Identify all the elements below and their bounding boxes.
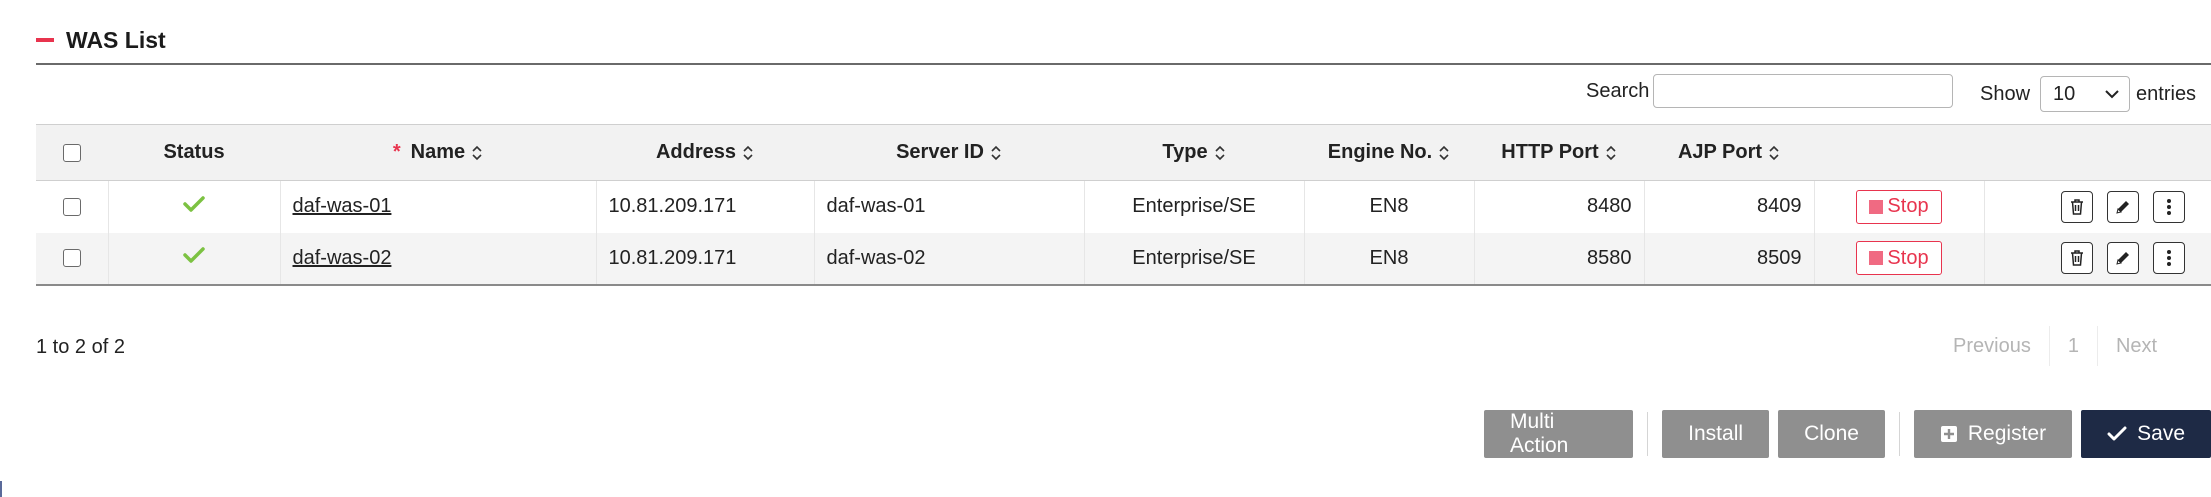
header-status: Status xyxy=(108,124,280,181)
pencil-icon xyxy=(2116,252,2129,265)
more-button[interactable] xyxy=(2153,190,2185,223)
pencil-icon xyxy=(2116,200,2129,214)
register-button[interactable]: Register xyxy=(1913,410,2073,458)
server-name-link[interactable]: daf-was-02 xyxy=(293,247,392,269)
section-title: WAS List xyxy=(66,26,166,53)
header-control xyxy=(1814,124,1984,181)
delete-button[interactable] xyxy=(2061,242,2093,274)
ajp-port-cell: 8409 xyxy=(1644,180,1815,233)
row-checkbox[interactable] xyxy=(62,197,81,216)
trash-icon xyxy=(2071,250,2083,266)
plus-square-icon xyxy=(1940,426,1957,442)
delete-button[interactable] xyxy=(2061,190,2093,223)
trash-icon xyxy=(2071,199,2083,215)
header-actions xyxy=(1984,124,2211,181)
pagination: Previous 1 Next xyxy=(1935,326,2175,366)
control-cell: Stop xyxy=(1814,232,1985,286)
header-server-id[interactable]: Server ID xyxy=(814,124,1084,181)
type-cell: Enterprise/SE xyxy=(1084,232,1305,286)
collapse-dash-icon[interactable] xyxy=(36,38,54,42)
header-engine-no[interactable]: Engine No. xyxy=(1304,124,1474,181)
check-icon xyxy=(183,196,205,212)
table-info: 1 to 2 of 2 xyxy=(36,336,125,358)
was-table: Status * Name Address Server ID Type Engi… xyxy=(36,124,2211,286)
sort-icon xyxy=(1439,145,1449,160)
edit-button[interactable] xyxy=(2107,190,2139,223)
header-http-port[interactable]: HTTP Port xyxy=(1474,124,1644,181)
entries-label: entries xyxy=(2136,82,2197,105)
http-port-cell: 8480 xyxy=(1474,180,1645,233)
status-cell xyxy=(108,180,281,233)
header-type[interactable]: Type xyxy=(1084,124,1304,181)
sort-icon xyxy=(1215,145,1225,160)
sort-icon xyxy=(991,145,1001,160)
address-cell: 10.81.209.171 xyxy=(596,232,815,286)
header-divider xyxy=(36,63,2211,65)
search-label: Search xyxy=(1586,79,1650,102)
install-button[interactable]: Install xyxy=(1662,410,1770,458)
search-input[interactable] xyxy=(1653,74,1954,108)
status-cell xyxy=(108,232,281,286)
name-cell: daf-was-02 xyxy=(280,232,597,286)
stop-icon xyxy=(1869,199,1884,214)
chevron-down-icon xyxy=(2105,90,2119,99)
select-all-cell xyxy=(36,124,108,181)
check-icon xyxy=(183,247,205,263)
sort-icon xyxy=(1606,145,1616,160)
header-name[interactable]: * Name xyxy=(280,124,596,181)
save-button[interactable]: Save xyxy=(2081,410,2211,458)
http-port-cell: 8580 xyxy=(1474,232,1645,286)
server-id-cell: daf-was-01 xyxy=(814,180,1085,233)
corner-mark xyxy=(0,481,2,497)
name-cell: daf-was-01 xyxy=(280,180,597,233)
address-cell: 10.81.209.171 xyxy=(596,180,815,233)
header-ajp-port[interactable]: AJP Port xyxy=(1644,124,1814,181)
pagination-previous[interactable]: Previous xyxy=(1935,326,2050,366)
header-address[interactable]: Address xyxy=(596,124,814,181)
edit-button[interactable] xyxy=(2107,242,2139,274)
check-icon xyxy=(2107,426,2127,441)
type-cell: Enterprise/SE xyxy=(1084,180,1305,233)
required-star: * xyxy=(392,141,401,163)
section-header: WAS List xyxy=(36,22,166,58)
button-separator xyxy=(1647,412,1649,456)
select-all-checkbox[interactable] xyxy=(63,143,81,162)
control-cell: Stop xyxy=(1814,180,1985,233)
stop-button[interactable]: Stop xyxy=(1856,189,1942,224)
stop-button[interactable]: Stop xyxy=(1856,241,1942,275)
more-vertical-icon xyxy=(2167,250,2171,266)
sort-icon xyxy=(1769,145,1779,160)
page-length-control: Show 10 entries xyxy=(1980,76,2196,112)
row-select-cell xyxy=(36,180,109,233)
show-label: Show xyxy=(1980,82,2031,105)
search-control: Search xyxy=(1586,74,1954,108)
page-length-select[interactable]: 10 xyxy=(2040,76,2131,112)
actions-cell xyxy=(1984,232,2211,286)
ajp-port-cell: 8509 xyxy=(1644,232,1815,286)
engine-no-cell: EN8 xyxy=(1304,232,1475,286)
action-button-bar: Multi Action Install Clone Register Save xyxy=(1484,410,2211,458)
button-separator xyxy=(1898,412,1900,456)
sort-icon xyxy=(743,145,753,160)
stop-icon xyxy=(1869,251,1884,265)
sort-icon xyxy=(472,145,482,160)
row-select-cell xyxy=(36,232,109,286)
multi-action-button[interactable]: Multi Action xyxy=(1484,410,1634,458)
server-id-cell: daf-was-02 xyxy=(814,232,1085,286)
more-vertical-icon xyxy=(2167,198,2171,215)
server-name-link[interactable]: daf-was-01 xyxy=(293,195,392,217)
row-checkbox[interactable] xyxy=(62,249,81,268)
clone-button[interactable]: Clone xyxy=(1778,410,1885,458)
more-button[interactable] xyxy=(2153,242,2185,274)
table-header-row: Status * Name Address Server ID Type Engi… xyxy=(36,124,2211,181)
pagination-page[interactable]: 1 xyxy=(2050,326,2098,366)
pagination-next[interactable]: Next xyxy=(2098,326,2175,366)
actions-cell xyxy=(1984,181,2211,233)
engine-no-cell: EN8 xyxy=(1304,180,1475,233)
table-row: daf-was-02 10.81.209.171 daf-was-02 Ente… xyxy=(36,232,2211,286)
table-row: daf-was-01 10.81.209.171 daf-was-01 Ente… xyxy=(36,180,2211,233)
page-length-value: 10 xyxy=(2053,82,2076,105)
